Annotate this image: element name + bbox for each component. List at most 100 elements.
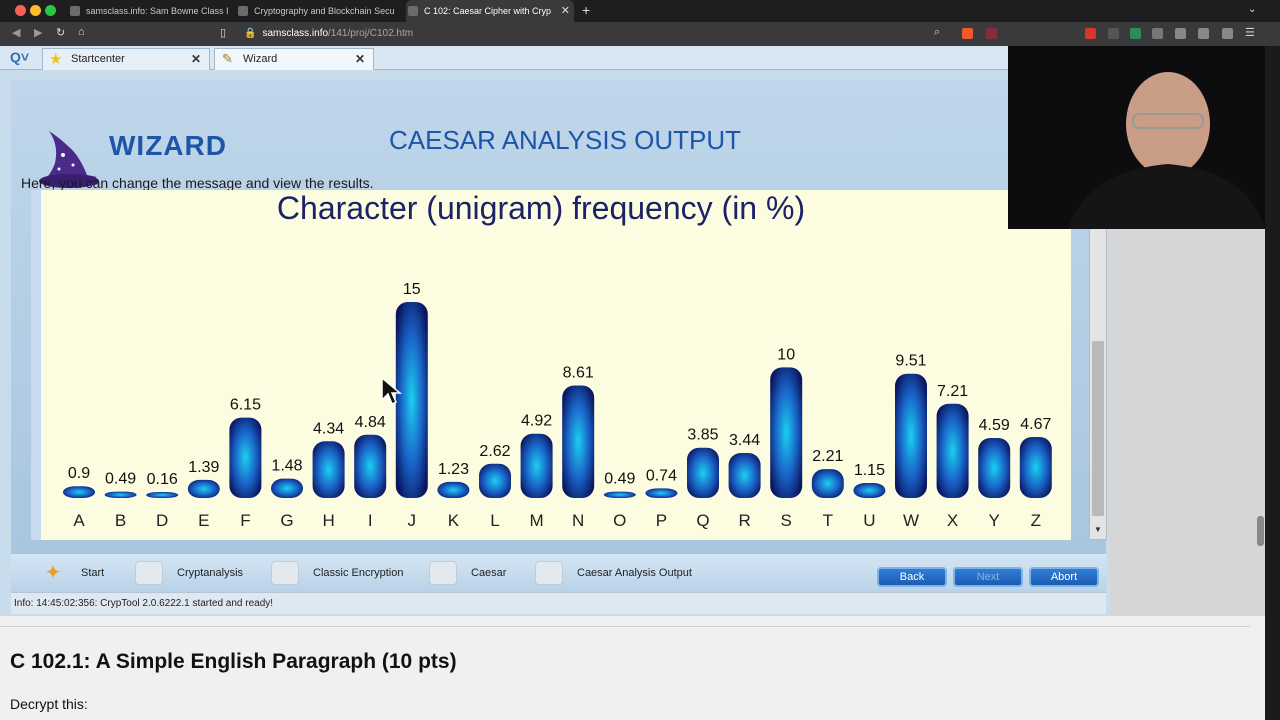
brave-rewards-icon[interactable] — [986, 28, 997, 39]
status-bar: Info: 14:45:02:356: CrypTool 2.0.6222.1 … — [11, 592, 1106, 614]
tick-label-P: P — [656, 511, 667, 530]
tick-label-H: H — [322, 511, 334, 530]
close-tab-icon[interactable]: ✕ — [355, 49, 365, 69]
browser-tab[interactable]: samsclass.info: Sam Bowne Class In — [68, 0, 228, 22]
bar-P — [645, 488, 678, 498]
crumb-cryptanalysis[interactable]: Cryptanalysis — [135, 560, 243, 586]
pencil-icon — [271, 561, 299, 585]
crumb-caesar-analysis-output[interactable]: Caesar Analysis Output — [535, 560, 692, 586]
scrollbar-thumb[interactable] — [1092, 341, 1104, 516]
wizard-heading: WIZARD — [109, 130, 227, 161]
extension-icon[interactable] — [1108, 28, 1119, 39]
back-button[interactable]: Back — [877, 567, 947, 587]
tick-label-Z: Z — [1031, 511, 1041, 530]
web-page-content: C 102.1: A Simple English Paragraph (10 … — [0, 616, 1265, 720]
close-window-icon[interactable] — [15, 5, 26, 16]
crumb-label: Start — [81, 567, 105, 579]
close-tab-icon[interactable]: ✕ — [191, 49, 201, 69]
brave-shield-icon[interactable] — [962, 28, 973, 39]
reload-icon[interactable]: ↻ — [56, 26, 65, 39]
chart-area: Character (unigram) frequency (in %) 0.9… — [31, 190, 1071, 540]
tick-label-G: G — [280, 511, 293, 530]
extension-icon[interactable] — [1152, 28, 1163, 39]
browser-tab-label: C 102: Caesar Cipher with Cryp — [424, 6, 552, 16]
value-label-F: 6.15 — [230, 397, 261, 414]
tick-label-M: M — [530, 511, 544, 530]
new-tab-icon[interactable]: + — [582, 2, 590, 18]
tick-label-L: L — [490, 511, 499, 530]
bar-Y — [978, 438, 1011, 498]
presenter-video-image — [1008, 46, 1265, 229]
status-text: Info: 14:45:02:356: CrypTool 2.0.6222.1 … — [14, 598, 274, 609]
frequency-chart: 0.9 A 0.49 B 0.16 D 1.39 E 6.15 F 1.48 G 4.34 H 4.84 I 1… — [63, 281, 1052, 530]
tab-label: Wizard — [243, 53, 278, 65]
tick-label-B: B — [115, 511, 126, 530]
caesar-icon — [535, 561, 563, 585]
maximize-window-icon[interactable] — [45, 5, 56, 16]
bar-X — [936, 403, 969, 498]
puzzle-icon[interactable] — [1175, 28, 1186, 39]
bar-Q — [687, 447, 719, 498]
bar-G — [271, 478, 303, 498]
crumb-label: Cryptanalysis — [177, 567, 244, 579]
app-tab-bar: Q˅ ★ Startcenter ✕ ✎ Wizard ✕ — [0, 46, 1110, 70]
value-label-J: 15 — [403, 281, 421, 298]
bar-H — [312, 441, 345, 498]
page-scrollbar-thumb[interactable] — [1257, 516, 1264, 546]
home-icon[interactable]: ⌂ — [78, 26, 85, 38]
bar-E — [187, 479, 220, 498]
bar-O — [603, 491, 636, 498]
value-label-Q: 3.85 — [687, 427, 718, 444]
tab-list-icon[interactable]: ⌄ — [1248, 4, 1256, 15]
bar-I — [354, 434, 387, 498]
browser-tab-label: samsclass.info: Sam Bowne Class In — [86, 6, 228, 16]
tick-label-J: J — [408, 511, 417, 530]
tick-label-W: W — [903, 511, 919, 530]
browser-tab-active[interactable]: C 102: Caesar Cipher with Cryp ✕ — [406, 0, 574, 22]
crumb-start[interactable]: ✦ Start — [39, 560, 105, 586]
crumb-classic-encryption[interactable]: Classic Encryption — [271, 560, 403, 586]
chart-scrollbar[interactable]: ▼ — [1089, 190, 1107, 540]
bar-M — [520, 433, 553, 498]
tick-label-F: F — [240, 511, 250, 530]
tick-label-S: S — [781, 511, 792, 530]
bar-U — [853, 482, 886, 498]
value-label-X: 7.21 — [937, 383, 968, 400]
tab-label: Startcenter — [71, 53, 125, 65]
tab-wizard[interactable]: ✎ Wizard ✕ — [214, 48, 374, 70]
crumb-caesar[interactable]: Caesar — [429, 560, 506, 586]
next-button[interactable]: Next — [953, 567, 1023, 587]
tick-label-E: E — [198, 511, 209, 530]
menu-icon[interactable]: ☰ — [1245, 26, 1255, 39]
bar-W — [895, 373, 927, 498]
bookmark-icon[interactable]: ▯ — [220, 26, 226, 39]
url-path: /141/proj/C102.htm — [328, 28, 414, 39]
url-field[interactable]: 🔒 samsclass.info/141/proj/C102.htm — [244, 25, 1004, 43]
app-logo-icon[interactable]: Q˅ — [10, 49, 29, 65]
forward-icon[interactable]: ▶ — [34, 26, 42, 39]
tick-label-Q: Q — [696, 511, 709, 530]
value-label-S: 10 — [777, 346, 795, 363]
abort-button[interactable]: Abort — [1029, 567, 1099, 587]
reading-list-icon[interactable] — [1198, 28, 1209, 39]
paragraph-text: Decrypt this: — [10, 696, 88, 712]
value-label-Y: 4.59 — [979, 417, 1010, 434]
browser-tab-label: Cryptography and Blockchain Secu — [254, 6, 395, 16]
extension-icon[interactable] — [1085, 28, 1096, 39]
tab-startcenter[interactable]: ★ Startcenter ✕ — [42, 48, 210, 70]
wallet-icon[interactable] — [1222, 28, 1233, 39]
close-tab-icon[interactable]: ✕ — [561, 0, 570, 22]
zoom-icon[interactable]: ⌕ — [934, 26, 940, 39]
extension-icon[interactable] — [1130, 28, 1141, 39]
webcam-video — [1008, 46, 1265, 229]
star-icon: ★ — [49, 51, 63, 68]
wand-icon: ✎ — [222, 51, 233, 66]
browser-tab[interactable]: Cryptography and Blockchain Secu — [236, 0, 402, 22]
minimize-window-icon[interactable] — [30, 5, 41, 16]
bar-F — [229, 417, 262, 498]
back-icon[interactable]: ◀ — [12, 26, 20, 39]
scroll-down-icon[interactable]: ▼ — [1090, 525, 1106, 539]
value-label-L: 2.62 — [479, 443, 510, 460]
wizard-nav-bar: ✦ Start Cryptanalysis Classic Encryption … — [11, 554, 1106, 592]
tick-label-A: A — [73, 511, 85, 530]
